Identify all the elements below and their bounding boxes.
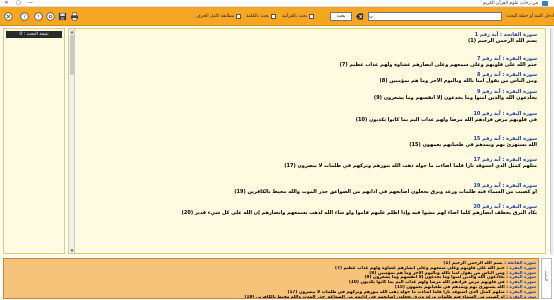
word-search-box[interactable] [271, 14, 276, 19]
bottom-line[interactable]: سورة البقرة : أو كصيب من السماء فيه ظلما… [6, 294, 536, 299]
minimize-window-button[interactable]: — [26, 0, 35, 6]
word-search-checkbox[interactable]: بحث بالكلمة [246, 14, 276, 19]
result-item[interactable]: سورة البقرة : آية رقم 15 الله يستهزئ بهم … [81, 136, 537, 148]
results-tree-panel[interactable]: نتيجة البحث : 0 [3, 28, 65, 254]
search-results-panel[interactable]: ▲ ▼ سورة الفاتحة : آية رقم 1 بسم الله الر… [68, 28, 546, 254]
close-window-button[interactable]: ✕ [2, 0, 11, 6]
bottom-panel-tab[interactable]: البحث [541, 258, 552, 299]
scroll-up-icon[interactable]: ▲ [69, 29, 75, 34]
word-search-label: بحث بالكلمة [246, 14, 269, 19]
print-icon[interactable] [70, 12, 79, 21]
settings-icon[interactable] [46, 12, 55, 21]
bottom-line-text: أو كصيب من السماء فيه ظلمات ورعد وبرق يج… [244, 294, 505, 299]
quranic-search-checkbox[interactable]: بحث بالقرآنية [282, 14, 315, 19]
svg-text:!: ! [37, 15, 39, 21]
exact-match-box[interactable] [236, 14, 242, 19]
results-scrollbar[interactable]: ▲ ▼ [69, 29, 75, 253]
window-title: في رحاب علوم القرآن الكريم [482, 1, 538, 6]
result-verse-text: يخادعون الله والذين آمنوا وما يخدعون إلا… [373, 95, 537, 101]
scroll-down-icon[interactable]: ▼ [69, 248, 75, 253]
window-controls: ✕ ▢ — [2, 0, 35, 6]
search-button[interactable]: بحث [330, 12, 352, 21]
title-bar: ✕ ▢ — في رحاب علوم القرآن الكريم [0, 0, 554, 7]
result-item[interactable]: سورة البقرة : آية رقم 10 في قلوبهم مرض فز… [81, 111, 537, 123]
result-item[interactable]: سورة البقرة : آية رقم 19 أو كصيب من السما… [81, 183, 537, 195]
exact-match-label: مطابقة كامل الحرف [196, 14, 235, 19]
result-item[interactable]: سورة البقرة : آية رقم 7 ختم الله على قلوب… [81, 56, 537, 68]
result-verse-text: في قلوبهم مرض فزادهم الله مرضا ولهم عذاب… [355, 117, 537, 123]
maximize-window-button[interactable]: ▢ [14, 0, 23, 6]
help-icon[interactable]: ? [20, 12, 29, 21]
search-dropdown-icon[interactable] [369, 14, 373, 19]
quranic-search-label: بحث بالقرآنية [282, 14, 308, 19]
save-icon[interactable] [58, 12, 67, 21]
bottom-results-panel[interactable]: سورة الفاتحة : بسم الله الرحمن الرحيم (1… [3, 258, 539, 299]
close-icon[interactable] [4, 12, 13, 21]
bottom-tab-label: البحث [544, 271, 549, 282]
result-verse-text: ومن الناس من يقول آمنا بالله وباليوم الآ… [379, 78, 537, 84]
right-edge-scrollbar[interactable] [550, 28, 553, 254]
exact-match-checkbox[interactable]: مطابقة كامل الحرف [196, 14, 242, 19]
quranic-search-box[interactable] [309, 14, 315, 19]
result-item[interactable]: سورة البقرة : آية رقم 8 ومن الناس من يقول… [81, 72, 537, 84]
svg-text:?: ? [23, 14, 26, 20]
toolbar: ? ! مطابقة كامل الحرف بحث بالكلمة بحث با… [0, 7, 554, 26]
result-verse-text: أو كصيب من السماء فيه ظلمات ورعد وبرق يج… [234, 189, 537, 195]
results-count-header: نتيجة البحث : 0 [6, 31, 62, 38]
info-icon[interactable]: ! [34, 12, 43, 21]
result-verse-text: الله يستهزئ بهم ويمدهم في طغيانهم يعمهون… [409, 142, 537, 148]
result-item[interactable]: سورة الفاتحة : آية رقم 1 بسم الله الرحمن … [81, 32, 537, 44]
result-verse-text: بسم الله الرحمن الرحيم (1) [467, 38, 537, 44]
scroll-thumb[interactable] [70, 35, 74, 75]
result-item[interactable]: سورة البقرة : آية رقم 17 مثلهم كمثل الذي … [81, 157, 537, 169]
result-item[interactable]: سورة البقرة : آية رقم 9 يخادعون الله والذ… [81, 89, 537, 101]
clear-search-icon[interactable] [355, 12, 364, 21]
app-icon [542, 1, 548, 6]
search-label: أدخل كلمة أو جملة البحث : [506, 14, 554, 24]
result-verse-text: يكاد البرق يخطف أبصارهم كلما أضاء لهم مش… [181, 210, 537, 216]
result-item[interactable]: سورة البقرة : آية رقم 20 يكاد البرق يخطف … [81, 204, 537, 216]
bottom-line-reference: سورة البقرة [509, 294, 536, 299]
search-input[interactable] [368, 12, 502, 21]
result-verse-text: مثلهم كمثل الذي استوقد نارا فلما أضاءت م… [284, 163, 537, 169]
result-verse-text: ختم الله على قلوبهم وعلى سمعهم وعلى أبصا… [339, 62, 537, 68]
